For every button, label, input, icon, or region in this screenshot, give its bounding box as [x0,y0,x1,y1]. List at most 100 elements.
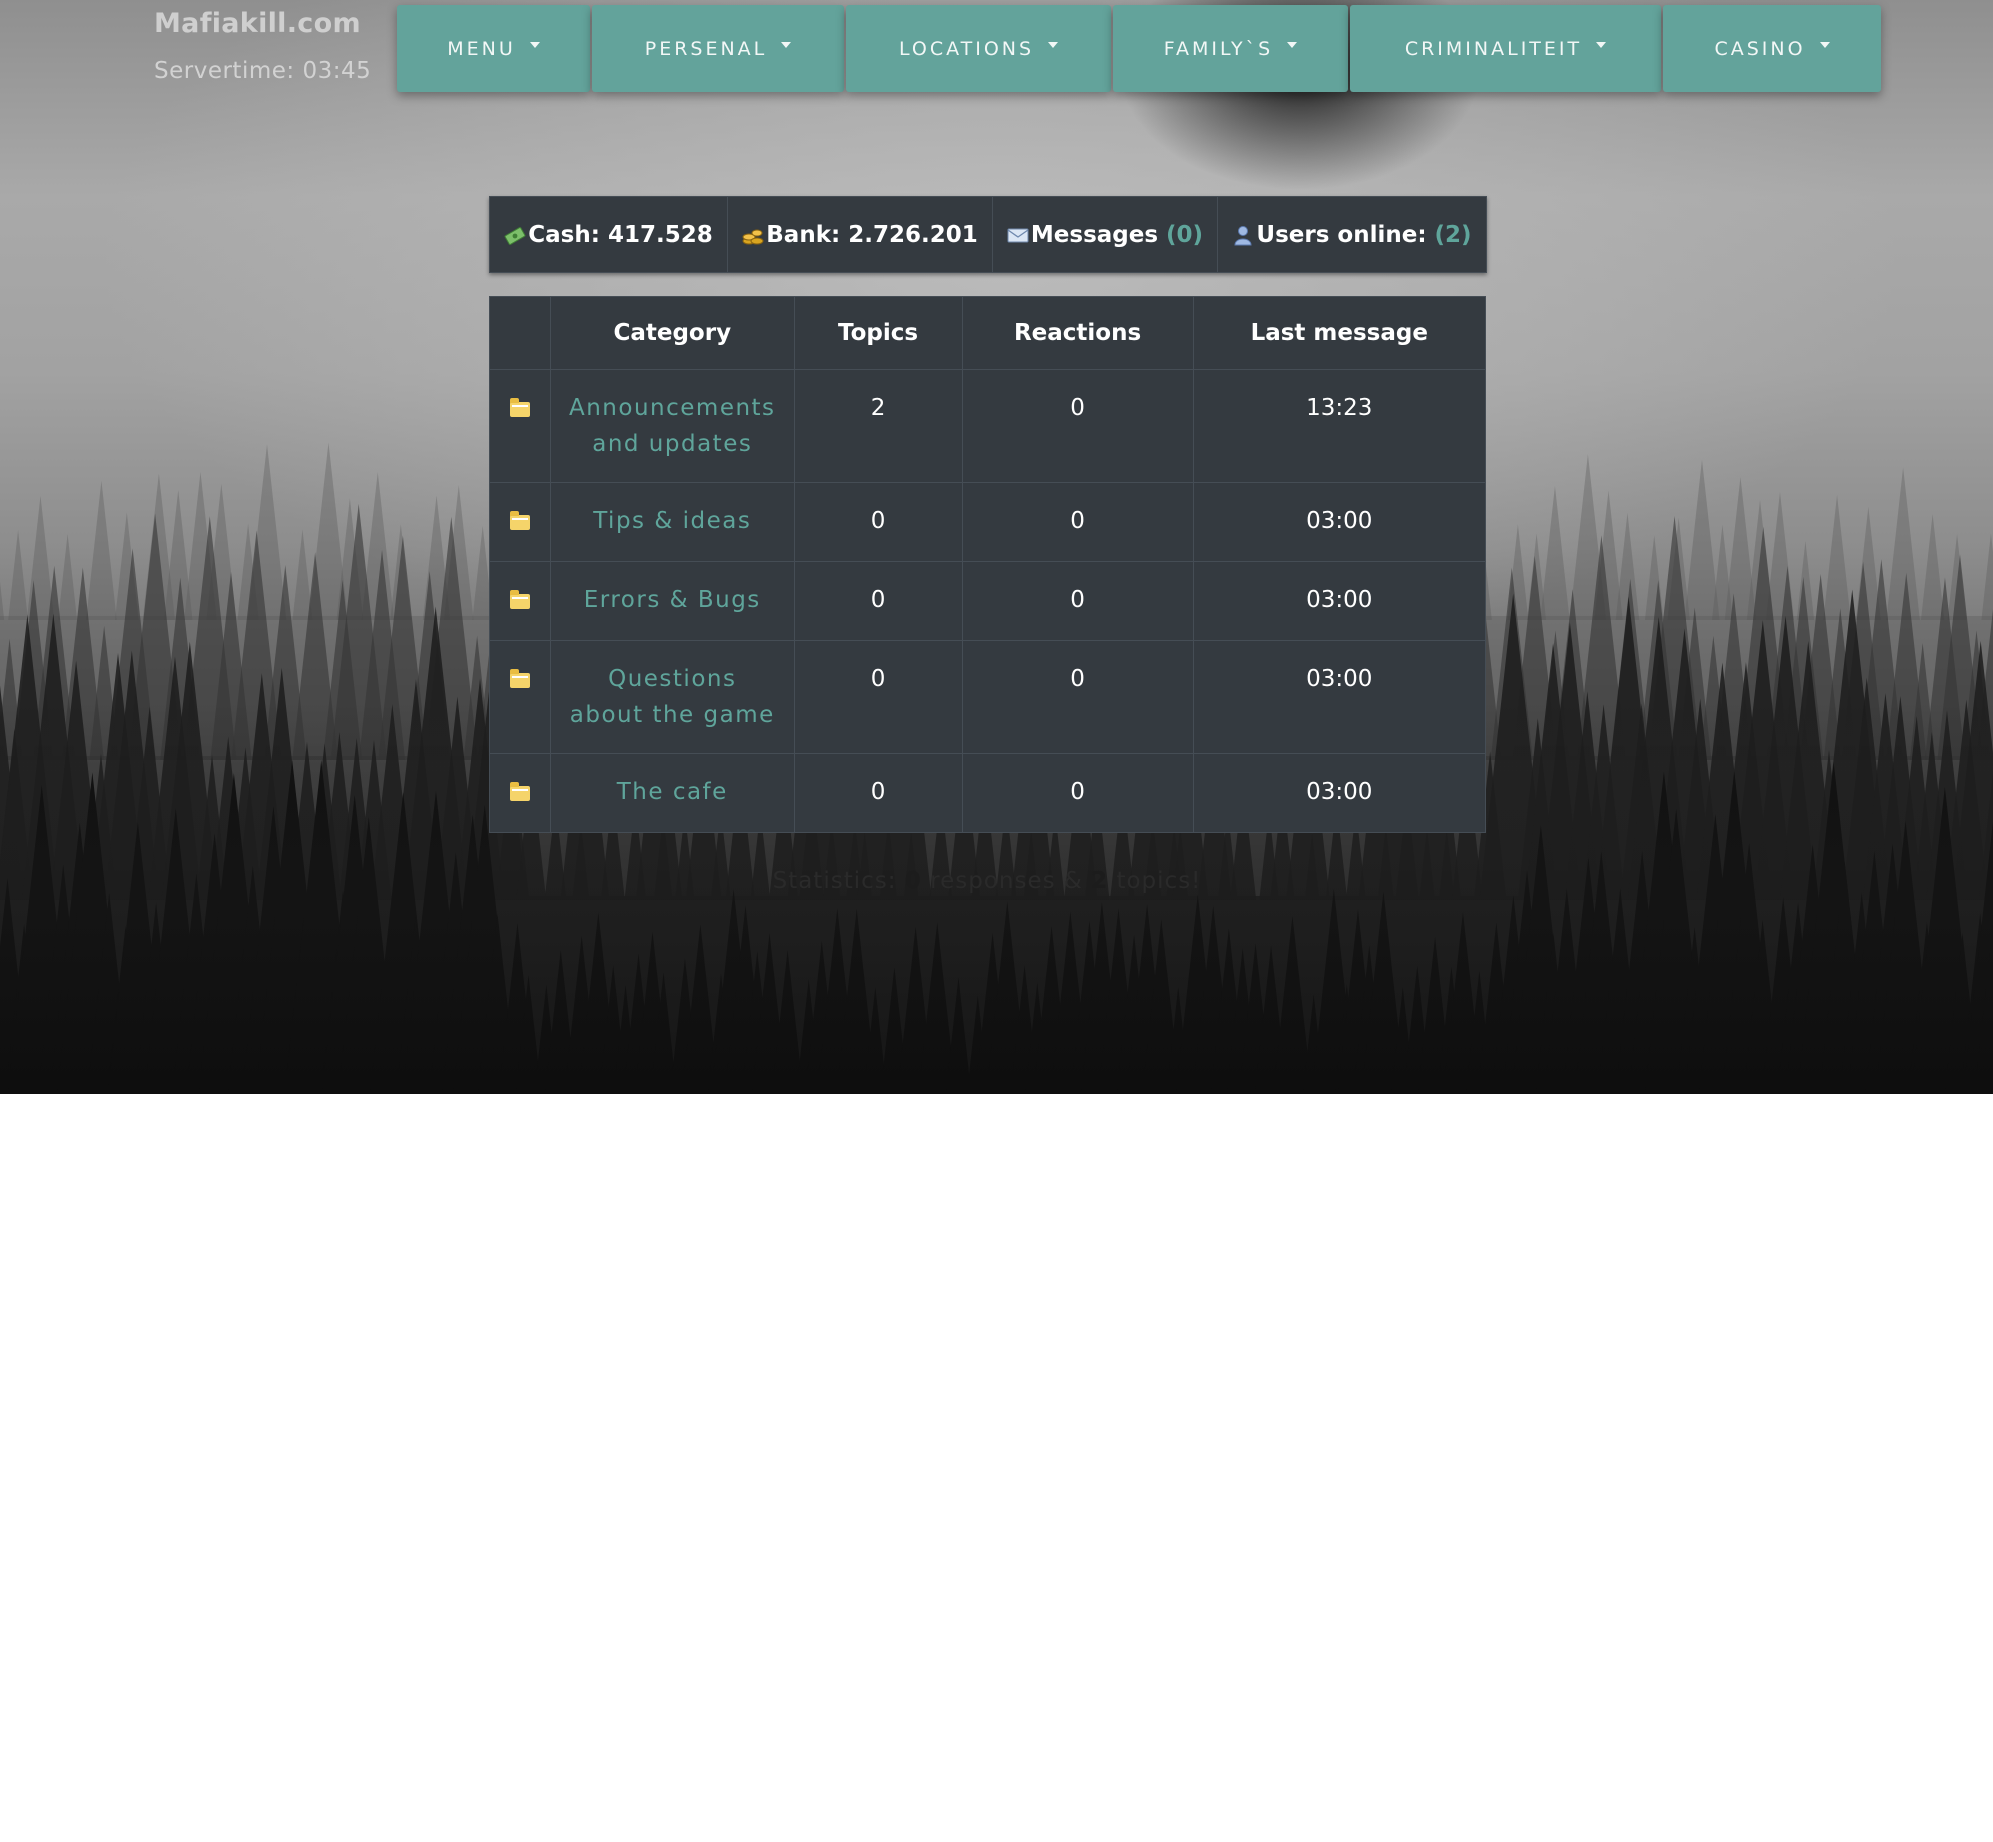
reactions-cell: 0 [961,369,1194,483]
table-row: Tips & ideas 0 0 03:00 [489,482,1487,562]
reactions-cell: 0 [961,753,1194,833]
tree-silhouette [0,581,5,620]
reactions-cell: 0 [961,561,1194,641]
cash-label: Cash: [528,221,600,248]
statistics-topics-count: 2 [1091,868,1109,894]
tree-silhouette [1886,467,1920,620]
header-last-message: Last message [1192,296,1487,370]
tree-silhouette [1615,512,1640,620]
folder-cell [489,640,551,754]
header-icon-column [489,296,551,370]
nav-label: MENU [447,37,516,60]
header-topics: Topics [793,296,963,370]
header-category: Category [550,296,795,370]
last-message-cell: 03:00 [1192,640,1487,754]
table-row: The cafe 0 0 03:00 [489,753,1487,833]
folder-icon [510,398,530,417]
category-cell: Errors & Bugs [550,561,795,641]
category-cell: The cafe [550,753,795,833]
folder-icon [510,669,530,688]
chevron-down-icon [781,41,792,48]
forum-categories-table: Category Topics Reactions Last message A… [489,296,1487,833]
nav-menu-dropdown[interactable]: MENU [397,5,590,92]
statistics-responses-count: 0 [904,868,922,894]
nav-label: PERSENAL [644,37,768,60]
bank-value: 2.726.201 [848,221,978,248]
tree-silhouette [8,529,28,620]
bank-label: Bank: [766,221,841,248]
reactions-cell: 0 [961,482,1194,562]
folder-icon [510,511,530,530]
messages-link[interactable]: Messages (0) [993,197,1218,272]
folder-cell [489,482,551,562]
category-link[interactable]: Questions about the game [570,666,775,728]
statistics-middle: responses & [930,868,1083,894]
chevron-down-icon [1048,41,1059,48]
users-online-link[interactable]: Users online: (2) [1218,197,1486,272]
table-header-row: Category Topics Reactions Last message [489,296,1487,370]
nav-locations-dropdown[interactable]: LOCATIONS [846,5,1111,92]
envelope-icon [1007,228,1029,242]
tree-silhouette [58,533,78,620]
topics-cell: 0 [793,561,963,641]
nav-familys-dropdown[interactable]: FAMILY`S [1113,5,1348,92]
category-cell: Questions about the game [550,640,795,754]
nav-label: CRIMINALITEIT [1404,37,1583,60]
player-stats-bar: Cash: 417.528 Bank: 2.726.201 Messages (0… [489,196,1487,273]
chevron-down-icon [1287,41,1298,48]
folder-cell [489,561,551,641]
tree-silhouette [26,495,55,620]
category-cell: Tips & ideas [550,482,795,562]
statistics-prefix: Statistics: [772,868,897,894]
chevron-down-icon [1819,41,1830,48]
tree-silhouette [1981,533,1993,620]
topics-cell: 0 [793,753,963,833]
messages-label: Messages [1030,221,1159,248]
server-time: Servertime: 03:45 [154,58,372,84]
last-message-cell: 03:00 [1192,482,1487,562]
nav-criminaliteit-dropdown[interactable]: CRIMINALITEIT [1350,5,1661,92]
chevron-down-icon [1596,41,1607,48]
nav-label: CASINO [1714,37,1806,60]
site-logo[interactable]: Mafiakill.com [154,8,361,39]
tree-silhouette [1823,495,1851,620]
topics-cell: 0 [793,640,963,754]
cash-value: 417.528 [607,221,713,248]
category-link[interactable]: Announcements and updates [569,395,776,457]
chevron-down-icon [529,41,540,48]
header-reactions: Reactions [961,296,1194,370]
last-message-cell: 13:23 [1192,369,1487,483]
nav-casino-dropdown[interactable]: CASINO [1663,5,1881,92]
topics-cell: 0 [793,482,963,562]
table-row: Questions about the game 0 0 03:00 [489,640,1487,754]
users-online-label: Users online: [1256,221,1427,248]
folder-cell [489,369,551,483]
last-message-cell: 03:00 [1192,753,1487,833]
hero-background: Mafiakill.com Servertime: 03:45 MENU PER… [0,0,1993,1094]
tree-silhouette [1684,459,1720,620]
forum-statistics: Statistics: 0 responses & 2 topics! [489,868,1485,894]
tree-silhouette [1540,486,1570,620]
last-message-cell: 03:00 [1192,561,1487,641]
nav-persenal-dropdown[interactable]: PERSENAL [592,5,844,92]
category-link[interactable]: The cafe [617,779,728,805]
cash-icon [504,226,526,245]
folder-icon [510,782,530,801]
cash-stat: Cash: 417.528 [490,197,728,272]
category-link[interactable]: Errors & Bugs [584,587,761,613]
folder-icon [510,590,530,609]
nav-label: FAMILY`S [1163,37,1274,60]
users-online-count: (2) [1434,221,1472,248]
messages-count: (0) [1166,221,1204,248]
bank-stat: Bank: 2.726.201 [728,197,993,272]
reactions-cell: 0 [961,640,1194,754]
statistics-suffix: topics! [1116,868,1202,894]
topics-cell: 2 [793,369,963,483]
table-row: Announcements and updates 2 0 13:23 [489,369,1487,483]
tree-silhouette [86,480,117,620]
nav-label: LOCATIONS [898,37,1035,60]
tree-silhouette [1920,514,1945,620]
category-link[interactable]: Tips & ideas [593,508,751,534]
main-navigation: MENU PERSENAL LOCATIONS FAMILY`S CRIMINA… [397,5,1883,92]
user-icon [1234,225,1252,245]
